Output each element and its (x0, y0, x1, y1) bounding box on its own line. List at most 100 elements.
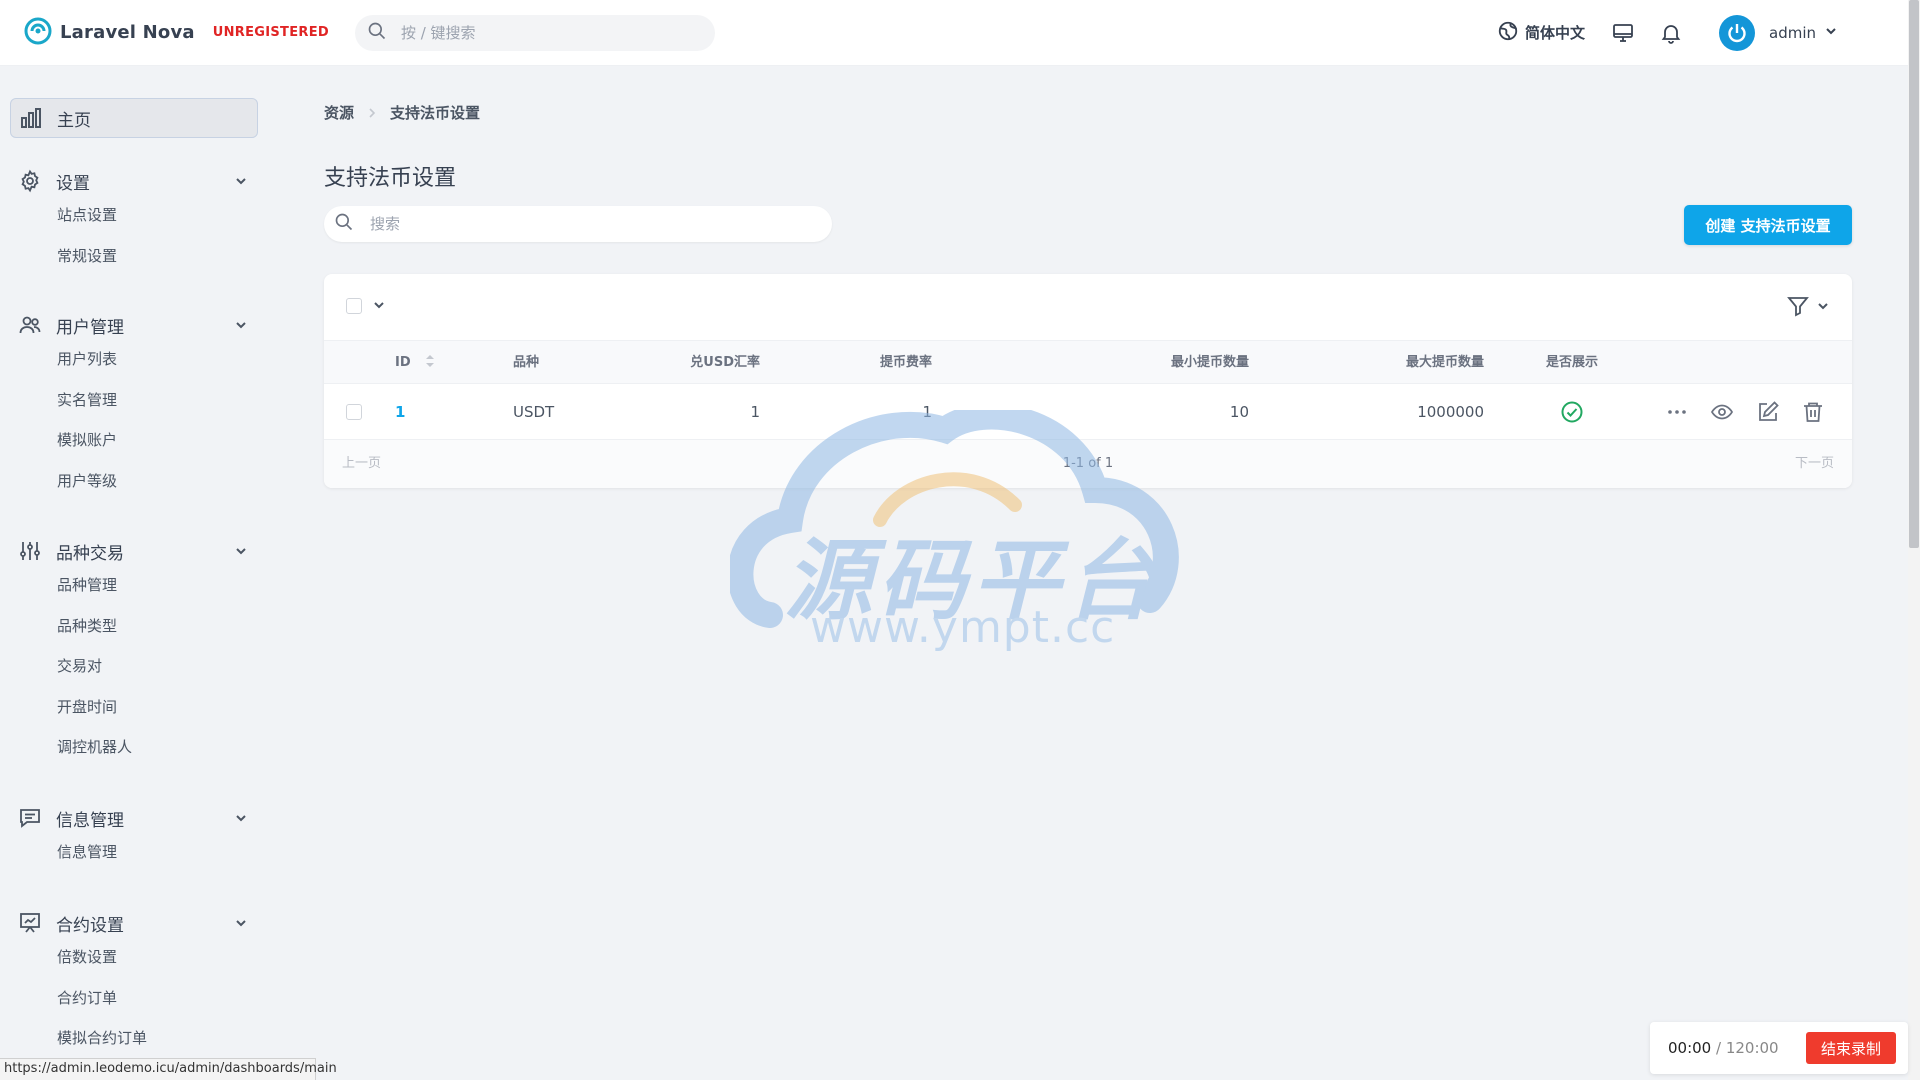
presentation-icon (18, 911, 42, 935)
filter-icon (1787, 297, 1809, 317)
row-symbol: USDT (513, 403, 555, 421)
column-header-withdraw-fee: 提币费率 (879, 355, 932, 370)
watermark: 源码平台 www.ympt.cc (730, 410, 1190, 660)
sidebar-group-users: 用户管理 用户列表 实名管理 模拟账户 用户等级 (18, 311, 248, 501)
gear-icon (18, 169, 42, 193)
brand-name: Laravel Nova (60, 22, 195, 43)
recorder-timer: 00:00 / 120:00 (1668, 1022, 1779, 1074)
sidebar-group-header[interactable]: 用户管理 (18, 311, 248, 339)
chevron-down-icon (1818, 303, 1828, 310)
sidebar-item-contract-orders[interactable]: 合约订单 (57, 978, 248, 1019)
monitor-icon[interactable] (1611, 21, 1635, 45)
language-label: 简体中文 (1524, 24, 1585, 42)
row-checkbox[interactable] (346, 404, 362, 420)
page-scrollbar[interactable] (1908, 0, 1920, 1080)
sidebar-item-symbol-types[interactable]: 品种类型 (57, 606, 248, 647)
sidebar-group-label: 设置 (56, 173, 90, 194)
sidebar-item-demo-account[interactable]: 模拟账户 (57, 420, 248, 461)
sidebar-group-header[interactable]: 信息管理 (18, 804, 248, 832)
sidebar-item-control-robot[interactable]: 调控机器人 (57, 727, 248, 768)
recorder-widget: 00:00 / 120:00 结束录制 (1650, 1022, 1908, 1074)
table-header: ID 品种 兑USD汇率 提币费率 最小提币数量 最大提币数量 是否展示 (324, 340, 1852, 384)
resource-search-input[interactable] (370, 215, 810, 233)
chevron-down-icon[interactable] (234, 544, 248, 558)
message-icon (18, 806, 42, 830)
global-search-input[interactable] (400, 23, 691, 42)
sidebar-item-demo-contract-orders[interactable]: 模拟合约订单 (57, 1018, 248, 1059)
sidebar-item-general-settings[interactable]: 常规设置 (57, 236, 248, 277)
breadcrumb: 资源 支持法币设置 (324, 102, 480, 123)
brand[interactable]: Laravel Nova UNREGISTERED (24, 17, 329, 49)
sidebar-group-contracts: 合约设置 倍数设置 合约订单 模拟合约订单 (18, 909, 248, 1059)
create-button[interactable]: 创建 支持法币设置 (1684, 205, 1852, 245)
table-toolbar (324, 274, 1852, 340)
select-all-checkbox[interactable] (346, 298, 362, 314)
next-page-button[interactable]: 下一页 (1795, 440, 1834, 488)
sidebar-item-leverage[interactable]: 倍数设置 (57, 937, 248, 978)
avatar[interactable] (1719, 14, 1755, 51)
sliders-icon (18, 539, 42, 563)
chevron-down-icon[interactable] (234, 916, 248, 930)
resource-search[interactable] (324, 206, 832, 242)
bell-icon[interactable] (1659, 21, 1683, 45)
column-header-symbol: 品种 (513, 355, 540, 370)
column-header-max-withdraw: 最大提币数量 (1405, 355, 1484, 370)
row-id-link[interactable]: 1 (395, 384, 405, 440)
global-search[interactable] (354, 14, 715, 51)
check-circle-icon (1561, 401, 1583, 423)
search-icon (367, 21, 387, 45)
sidebar-item-home[interactable]: 主页 (10, 98, 258, 138)
eye-icon[interactable] (1710, 400, 1734, 424)
users-icon (18, 313, 42, 337)
sidebar-item-trading-pairs[interactable]: 交易对 (57, 646, 248, 687)
sidebar: 主页 设置 站点设置 常规设置 用户管理 用户列表 实名管理 模拟账户 用户等级 (0, 66, 270, 1066)
chevron-down-icon[interactable] (1816, 23, 1838, 42)
search-icon (334, 212, 354, 236)
sidebar-group-header[interactable]: 品种交易 (18, 537, 248, 565)
sidebar-group-trading: 品种交易 品种管理 品种类型 交易对 开盘时间 调控机器人 (18, 537, 248, 768)
chevron-down-icon[interactable] (372, 298, 386, 312)
column-header-usd-rate: 兑USD汇率 (690, 355, 760, 370)
sidebar-group-label: 品种交易 (56, 543, 124, 564)
watermark-url: www.ympt.cc (810, 602, 1116, 653)
status-bar-url: https://admin.leodemo.icu/admin/dashboar… (0, 1058, 337, 1080)
scrollbar-thumb[interactable] (1909, 0, 1919, 548)
sidebar-item-real-name[interactable]: 实名管理 (57, 380, 248, 421)
column-header-min-withdraw: 最小提币数量 (1170, 355, 1249, 370)
sidebar-home-label: 主页 (57, 110, 91, 131)
language-switcher[interactable]: 简体中文 (1497, 20, 1585, 46)
page-title: 支持法币设置 (324, 166, 457, 191)
recorder-elapsed: 00:00 (1668, 1039, 1712, 1057)
column-header-id[interactable]: ID (395, 341, 435, 385)
filter-button[interactable] (1786, 294, 1830, 318)
sidebar-item-opening-hours[interactable]: 开盘时间 (57, 687, 248, 728)
row-min-withdraw: 10 (1229, 403, 1249, 421)
edit-icon[interactable] (1756, 400, 1780, 424)
user-name[interactable]: admin (1769, 24, 1816, 42)
top-bar: Laravel Nova UNREGISTERED 简体中文 admin (0, 0, 1908, 66)
more-actions-icon[interactable] (1665, 400, 1689, 424)
sidebar-item-user-list[interactable]: 用户列表 (57, 339, 248, 380)
sidebar-group-label: 信息管理 (56, 810, 124, 831)
sidebar-item-site-settings[interactable]: 站点设置 (57, 195, 248, 236)
chevron-down-icon[interactable] (234, 318, 248, 332)
recorder-total: 120:00 (1725, 1039, 1779, 1057)
sidebar-group-settings: 设置 站点设置 常规设置 (18, 167, 248, 276)
sidebar-item-user-level[interactable]: 用户等级 (57, 461, 248, 502)
breadcrumb-item-resources[interactable]: 资源 (324, 102, 354, 123)
stop-recording-button[interactable]: 结束录制 (1806, 1032, 1896, 1064)
nova-logo-icon (24, 17, 52, 49)
unregistered-badge: UNREGISTERED (212, 25, 329, 40)
globe-icon (1497, 20, 1525, 46)
recorder-separator: / (1711, 1039, 1726, 1057)
sidebar-item-messages[interactable]: 信息管理 (57, 832, 248, 873)
chevron-down-icon[interactable] (234, 811, 248, 825)
trash-icon[interactable] (1801, 400, 1825, 424)
row-max-withdraw: 1000000 (1417, 403, 1484, 421)
chevron-down-icon[interactable] (234, 174, 248, 188)
breadcrumb-item-current: 支持法币设置 (390, 104, 481, 122)
sidebar-item-symbols[interactable]: 品种管理 (57, 565, 248, 606)
sort-icon[interactable] (425, 354, 435, 368)
sidebar-group-header[interactable]: 合约设置 (18, 909, 248, 937)
sidebar-group-header[interactable]: 设置 (18, 167, 248, 195)
